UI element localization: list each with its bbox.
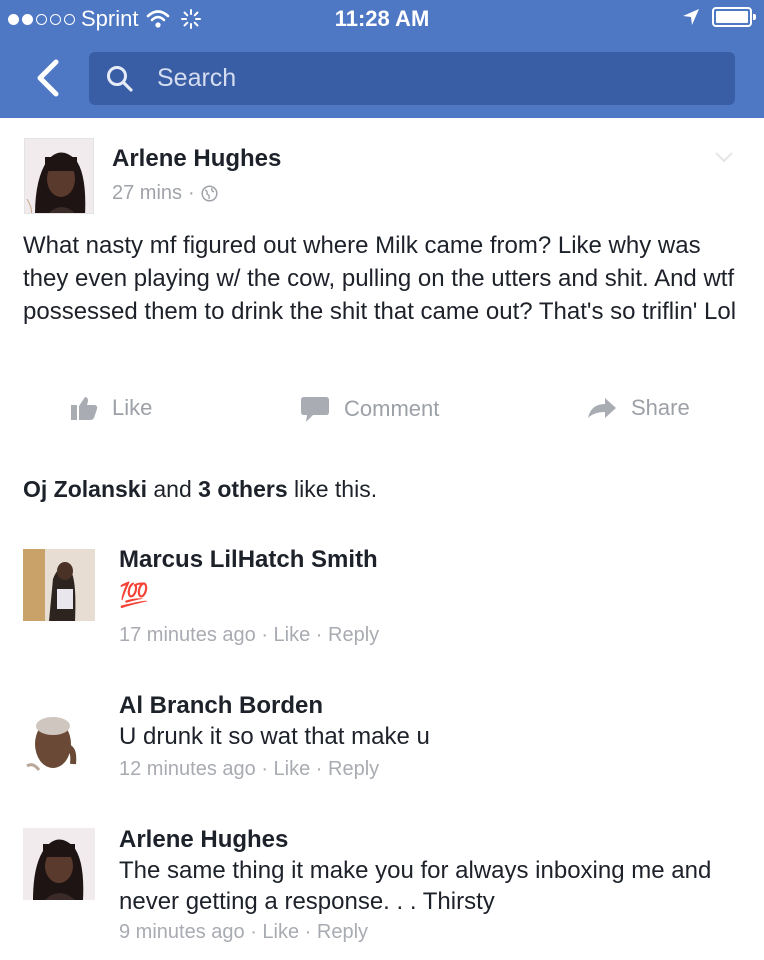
status-bar-right <box>682 7 756 27</box>
comment-avatar[interactable] <box>23 828 95 900</box>
avatar-image <box>23 828 95 900</box>
likes-summary[interactable]: Oj Zolanski and 3 others like this. <box>23 476 377 503</box>
meta-separator: · <box>188 182 195 204</box>
meta-separator: · <box>255 758 274 780</box>
post-body-text: What nasty mf figured out where Milk cam… <box>23 232 737 325</box>
search-placeholder: Search <box>157 64 237 92</box>
comment-reply-link[interactable]: Reply <box>328 624 379 646</box>
comment-label: Comment <box>344 396 440 421</box>
comment-meta: 9 minutes ago · Like · Reply <box>119 921 368 944</box>
battery-icon <box>712 7 756 27</box>
comment-meta: 17 minutes ago · Like · Reply <box>119 624 379 647</box>
meta-separator: · <box>244 921 263 943</box>
comment-like-link[interactable]: Like <box>274 758 311 780</box>
nav-bar: Search <box>0 48 764 108</box>
comment-reply-link[interactable]: Reply <box>328 758 379 780</box>
status-time: 11:28 AM <box>334 6 430 31</box>
comment-button[interactable]: Comment <box>300 395 439 423</box>
comment-meta: 12 minutes ago · Like · Reply <box>119 758 379 781</box>
comment-author[interactable]: Marcus LilHatch Smith <box>119 546 378 574</box>
comment-timestamp: 9 minutes ago <box>119 921 245 943</box>
comment-text: The same thing it make you for always in… <box>119 857 712 915</box>
comment-author[interactable]: Al Branch Borden <box>119 692 323 720</box>
comment-bubble-icon <box>301 397 329 422</box>
share-label: Share <box>631 395 690 420</box>
status-bar: Sprint 11:28 AM <box>0 0 764 38</box>
meta-separator: · <box>255 624 274 646</box>
comment-avatar[interactable] <box>23 549 95 621</box>
back-button[interactable] <box>28 56 72 100</box>
comment-like-link[interactable]: Like <box>262 921 299 943</box>
post-options-chevron-icon[interactable] <box>714 150 734 164</box>
meta-separator: · <box>299 921 317 943</box>
comment-timestamp: 17 minutes ago <box>119 624 256 646</box>
comment-author[interactable]: Arlene Hughes <box>119 826 288 854</box>
post-action-bar: Like Comment Share <box>0 395 764 435</box>
thumbs-up-icon <box>71 397 98 420</box>
share-arrow-icon <box>588 398 616 418</box>
comment-timestamp: 12 minutes ago <box>119 758 256 780</box>
like-label: Like <box>112 395 153 420</box>
app-header: Sprint 11:28 AM Search <box>0 0 764 118</box>
avatar-image <box>23 549 95 621</box>
search-input[interactable]: Search <box>89 52 735 105</box>
comment-reply-link[interactable]: Reply <box>317 921 368 943</box>
comment-text: 💯 <box>119 582 149 609</box>
location-arrow-icon <box>683 9 699 25</box>
comment-text: U drunk it so wat that make u <box>119 723 430 750</box>
likes-and: and <box>146 476 199 502</box>
meta-separator: · <box>310 758 329 780</box>
avatar-image <box>23 704 95 776</box>
avatar-image <box>25 139 93 213</box>
liker-name[interactable]: Oj Zolanski <box>23 476 147 502</box>
comment-like-link[interactable]: Like <box>274 624 311 646</box>
like-button[interactable]: Like <box>70 395 152 421</box>
likes-suffix: like this. <box>287 476 378 502</box>
comment-avatar[interactable] <box>23 704 95 776</box>
chevron-left-icon <box>37 59 59 97</box>
globe-icon <box>201 185 218 202</box>
post-meta: 27 mins · <box>112 182 218 205</box>
post-author-name[interactable]: Arlene Hughes <box>112 145 281 173</box>
likes-others[interactable]: 3 others <box>198 476 287 502</box>
meta-separator: · <box>310 624 329 646</box>
post-author-avatar[interactable] <box>24 138 94 214</box>
post-timestamp[interactable]: 27 mins <box>112 182 182 205</box>
share-button[interactable]: Share <box>587 395 690 421</box>
search-icon <box>107 65 133 92</box>
